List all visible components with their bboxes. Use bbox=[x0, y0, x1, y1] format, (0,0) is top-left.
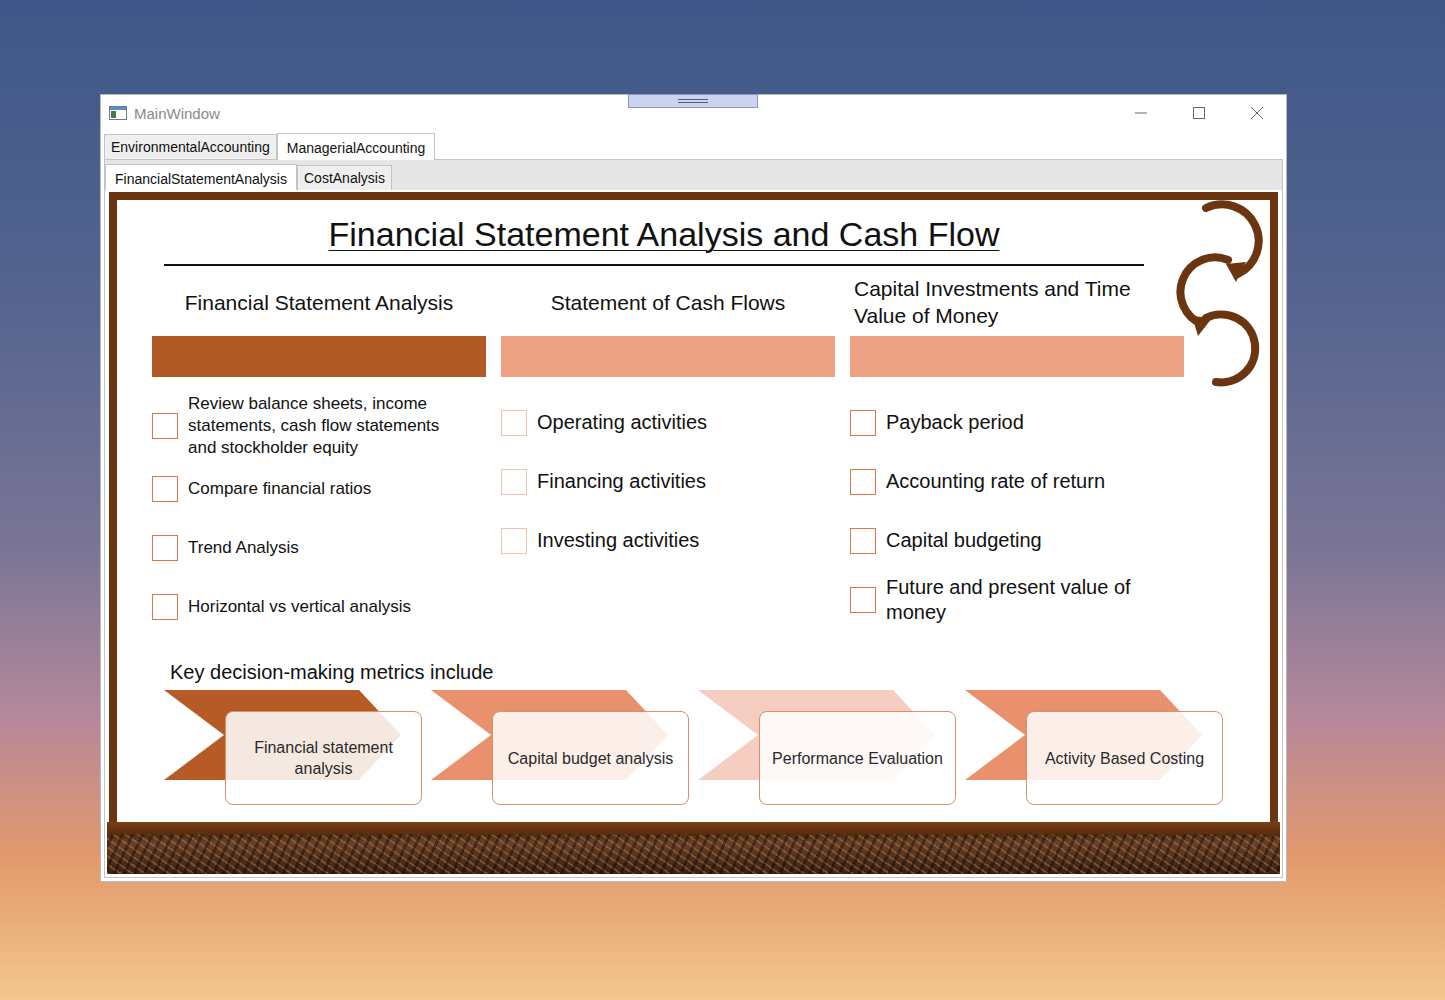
tab[interactable]: ManagerialAccounting bbox=[277, 133, 436, 160]
column-header-text: Statement of Cash Flows bbox=[551, 289, 786, 316]
minimize-icon bbox=[1135, 107, 1147, 119]
checklist-item[interactable]: Financing activities bbox=[501, 452, 835, 511]
checklist-label: Payback period bbox=[886, 410, 1024, 435]
column-header: Capital Investments and Time Value of Mo… bbox=[850, 266, 1184, 334]
checklist-label: Accounting rate of return bbox=[886, 469, 1105, 494]
content-panel: Financial Statement Analysis and Cash Fl… bbox=[105, 190, 1282, 877]
column-header: Financial Statement Analysis bbox=[152, 266, 486, 334]
app-window-icon bbox=[109, 106, 127, 120]
checklist-item[interactable]: Trend Analysis bbox=[152, 518, 486, 577]
column-bar bbox=[850, 336, 1184, 377]
metric-label: Financial statement analysis bbox=[234, 737, 413, 779]
checklist-label: Horizontal vs vertical analysis bbox=[188, 596, 411, 618]
drag-handle[interactable] bbox=[628, 94, 758, 108]
metrics-row: Financial statement analysis Capital budg… bbox=[164, 690, 1270, 805]
checkbox[interactable] bbox=[850, 469, 876, 495]
checklist-label: Trend Analysis bbox=[188, 537, 299, 559]
window-title: MainWindow bbox=[134, 105, 220, 122]
maximize-button[interactable] bbox=[1170, 95, 1228, 131]
checklist-item[interactable]: Investing activities bbox=[501, 511, 835, 570]
close-button[interactable] bbox=[1228, 95, 1286, 131]
checklist-item[interactable]: Future and present value of money bbox=[850, 570, 1184, 629]
checkbox[interactable] bbox=[501, 528, 527, 554]
metric-card: Financial statement analysis bbox=[225, 711, 422, 805]
checklist: Operating activities Financing activities… bbox=[501, 393, 835, 570]
column: Capital Investments and Time Value of Mo… bbox=[850, 266, 1184, 636]
close-icon bbox=[1251, 107, 1263, 119]
checklist: Payback period Accounting rate of return C… bbox=[850, 393, 1184, 629]
column-header: Statement of Cash Flows bbox=[501, 266, 835, 334]
checklist-item[interactable]: Payback period bbox=[850, 393, 1184, 452]
column-header-text: Financial Statement Analysis bbox=[185, 289, 453, 316]
metric: Capital budget analysis bbox=[431, 690, 689, 805]
maximize-icon bbox=[1193, 107, 1205, 119]
circular-arrows-icon bbox=[1166, 196, 1276, 388]
subtab[interactable]: CostAnalysis bbox=[297, 165, 392, 190]
metrics-heading: Key decision-making metrics include bbox=[170, 659, 1270, 685]
tab-strip: EnvironmentalAccountingManagerialAccount… bbox=[101, 131, 1286, 159]
checklist-item[interactable]: Accounting rate of return bbox=[850, 452, 1184, 511]
checklist-item[interactable]: Compare financial ratios bbox=[152, 459, 486, 518]
checkbox[interactable] bbox=[152, 476, 178, 502]
metric-card: Activity Based Costing bbox=[1026, 711, 1223, 805]
checklist-item[interactable]: Operating activities bbox=[501, 393, 835, 452]
checkbox[interactable] bbox=[152, 413, 178, 439]
checklist-label: Operating activities bbox=[537, 410, 707, 435]
metric-label: Activity Based Costing bbox=[1045, 748, 1204, 769]
metric-label: Capital budget analysis bbox=[508, 748, 673, 769]
tab[interactable]: EnvironmentalAccounting bbox=[104, 134, 277, 159]
checkbox[interactable] bbox=[850, 587, 876, 613]
title-wrap: Financial Statement Analysis and Cash Fl… bbox=[164, 212, 1144, 256]
checkbox[interactable] bbox=[850, 528, 876, 554]
checkbox[interactable] bbox=[152, 535, 178, 561]
minimize-button[interactable] bbox=[1112, 95, 1170, 131]
checklist: Review balance sheets, income statements… bbox=[152, 393, 486, 636]
main-window: MainWindow EnvironmentalAccountingManager… bbox=[100, 94, 1287, 882]
checkbox[interactable] bbox=[501, 469, 527, 495]
checklist-label: Future and present value of money bbox=[886, 575, 1156, 625]
content-frame: Financial Statement Analysis and Cash Fl… bbox=[109, 192, 1278, 822]
checklist-label: Review balance sheets, income statements… bbox=[188, 393, 463, 459]
column: Financial Statement Analysis Review balan… bbox=[152, 266, 486, 636]
column-header-text: Capital Investments and Time Value of Mo… bbox=[854, 275, 1180, 329]
checkbox[interactable] bbox=[152, 594, 178, 620]
checklist-item[interactable]: Horizontal vs vertical analysis bbox=[152, 577, 486, 636]
window-controls bbox=[1112, 95, 1286, 131]
metric-card: Capital budget analysis bbox=[492, 711, 689, 805]
column-bar bbox=[501, 336, 835, 377]
checklist-item[interactable]: Review balance sheets, income statements… bbox=[152, 393, 486, 459]
metric: Activity Based Costing bbox=[965, 690, 1223, 805]
checklist-item[interactable]: Capital budgeting bbox=[850, 511, 1184, 570]
checkbox[interactable] bbox=[850, 410, 876, 436]
title-rule bbox=[164, 264, 1144, 266]
checklist-label: Investing activities bbox=[537, 528, 699, 553]
ground-strip bbox=[107, 822, 1280, 874]
column-bar bbox=[152, 336, 486, 377]
tab-content: FinancialStatementAnalysisCostAnalysisFi… bbox=[104, 159, 1283, 878]
page-title: Financial Statement Analysis and Cash Fl… bbox=[329, 215, 1000, 253]
handle-grip-icon bbox=[678, 99, 708, 103]
checklist-label: Financing activities bbox=[537, 469, 706, 494]
frame-inner: Financial Statement Analysis and Cash Fl… bbox=[117, 200, 1270, 822]
columns: Financial Statement Analysis Review balan… bbox=[152, 266, 1270, 636]
subtab-strip: FinancialStatementAnalysisCostAnalysis bbox=[105, 160, 1282, 190]
metric: Performance Evaluation bbox=[698, 690, 956, 805]
column: Statement of Cash Flows Operating activit… bbox=[501, 266, 835, 636]
metric: Financial statement analysis bbox=[164, 690, 422, 805]
checklist-label: Compare financial ratios bbox=[188, 478, 371, 500]
checkbox[interactable] bbox=[501, 410, 527, 436]
metric-card: Performance Evaluation bbox=[759, 711, 956, 805]
metric-label: Performance Evaluation bbox=[772, 748, 943, 769]
subtab[interactable]: FinancialStatementAnalysis bbox=[105, 164, 297, 191]
checklist-label: Capital budgeting bbox=[886, 528, 1042, 553]
